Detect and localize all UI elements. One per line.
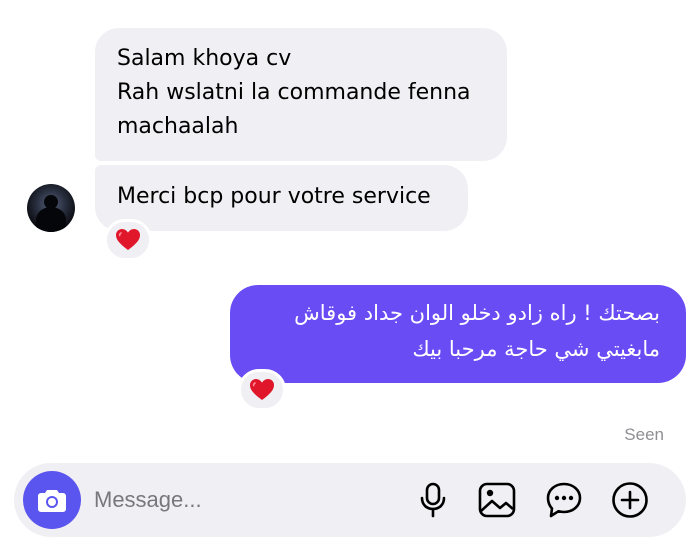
- message-text-line: بصحتك ! راه زادو دخلو الوان جداد فوقاش: [294, 301, 660, 325]
- gallery-button[interactable]: [478, 481, 516, 519]
- avatar-silhouette-body: [36, 207, 66, 232]
- incoming-message[interactable]: Salam khoya cv Rah wslatni la commande f…: [95, 28, 507, 161]
- outgoing-message[interactable]: بصحتك ! راه زادو دخلو الوان جداد فوقاش م…: [230, 285, 686, 383]
- plus-icon: [612, 482, 648, 518]
- voice-message-button[interactable]: [414, 481, 452, 519]
- message-text-line: Rah wslatni la commande fenna: [117, 80, 471, 105]
- heart-reaction[interactable]: [104, 219, 152, 261]
- heart-icon: [116, 229, 140, 250]
- camera-icon: [38, 490, 66, 512]
- message-input[interactable]: [94, 481, 394, 519]
- message-composer: [14, 463, 686, 537]
- avatar[interactable]: [27, 184, 75, 232]
- message-text-line: مابغيتي شي حاجة مرحبا بيك: [412, 337, 660, 361]
- sticker-icon: [546, 482, 582, 518]
- camera-button[interactable]: [23, 471, 81, 529]
- image-icon: [478, 482, 516, 518]
- message-text-line: Salam khoya cv: [117, 46, 292, 71]
- microphone-icon: [420, 482, 446, 518]
- message-text-line: machaalah: [117, 114, 239, 139]
- message-text-line: Merci bcp pour votre service: [117, 184, 431, 209]
- heart-icon: [250, 379, 274, 400]
- seen-status: Seen: [624, 425, 664, 444]
- sticker-button[interactable]: [545, 481, 583, 519]
- more-options-button[interactable]: [611, 481, 649, 519]
- incoming-message[interactable]: Merci bcp pour votre service: [95, 165, 468, 231]
- heart-reaction[interactable]: [238, 369, 286, 411]
